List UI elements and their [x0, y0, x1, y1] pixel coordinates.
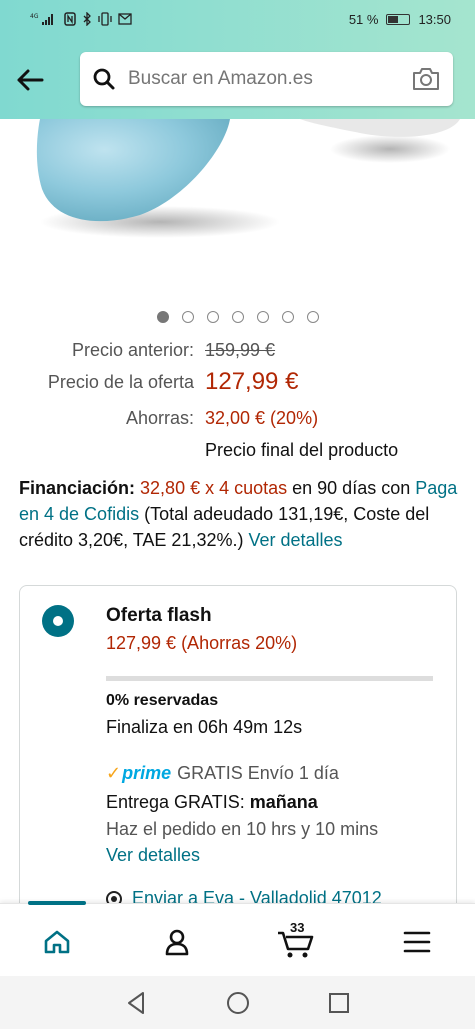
home-icon — [44, 930, 70, 954]
back-arrow-icon[interactable] — [14, 64, 46, 96]
menu-icon — [403, 931, 431, 953]
clock: 13:50 — [418, 12, 451, 27]
offer-title: Oferta flash — [106, 605, 212, 626]
search-icon — [93, 68, 115, 90]
account-icon — [165, 929, 189, 956]
search-bar[interactable] — [80, 52, 453, 106]
product-image-svg — [36, 119, 460, 238]
offer-countdown: Finaliza en 06h 49m 12s — [106, 717, 303, 737]
bottom-nav: 33 — [0, 901, 475, 976]
camera-icon[interactable] — [411, 66, 441, 92]
carousel-dot[interactable] — [206, 311, 219, 323]
nav-home[interactable] — [37, 922, 77, 962]
financing-installments: 32,80 € x 4 cuotas — [140, 478, 288, 498]
offer-radio-selected[interactable] — [42, 605, 74, 637]
financing-details-link[interactable]: Ver detalles — [248, 530, 342, 550]
savings-label: Ahorras: — [125, 408, 194, 428]
flash-offer-card[interactable]: Oferta flash 127,99 € (Ahorras 20%) 0% r… — [19, 585, 457, 925]
savings-value: 32,00 € (20%) — [205, 408, 319, 428]
nfc-icon — [64, 12, 76, 26]
carousel-dot[interactable] — [281, 311, 294, 323]
system-home-icon[interactable] — [225, 990, 251, 1016]
battery-icon — [386, 14, 411, 25]
mail-icon — [118, 13, 132, 25]
order-deadline: Haz el pedido en 10 hrs y 10 mins — [106, 819, 379, 839]
offer-details-link[interactable]: Ver detalles — [106, 845, 200, 866]
final-price-note: Precio final del producto — [205, 440, 399, 460]
status-right: 51 % 13:50 — [349, 12, 451, 27]
offer-price: 127,99 € — [205, 368, 299, 395]
previous-price-label: Precio anterior: — [71, 340, 194, 360]
delivery-info: Entrega GRATIS: mañana — [106, 792, 318, 812]
signal-icon: 4G — [30, 13, 53, 25]
carousel-dot[interactable] — [231, 311, 244, 323]
financing-label: Financiación: — [19, 478, 136, 498]
reserved-progress-bar — [106, 676, 433, 681]
bluetooth-icon — [83, 12, 91, 26]
financing-text-1: en 90 días con — [287, 478, 416, 498]
battery-percent: 51 % — [348, 12, 379, 27]
system-recents-icon[interactable] — [326, 990, 352, 1016]
image-carousel-dots[interactable] — [0, 311, 475, 323]
prime-check-icon: ✓ — [106, 763, 122, 783]
carousel-dot[interactable] — [156, 311, 169, 323]
offer-price-savings: 127,99 € (Ahorras 20%) — [106, 633, 298, 653]
carousel-dot[interactable] — [306, 311, 319, 323]
carousel-dot[interactable] — [256, 311, 269, 323]
status-bar: 4G 51 % 13:50 — [0, 8, 475, 32]
offer-price-label: Precio de la oferta — [47, 372, 194, 392]
financing-info: Financiación: 32,80 € x 4 cuotas en 90 d… — [19, 475, 459, 553]
header: 4G 51 % 13:50 — [0, 0, 475, 119]
nav-account[interactable] — [157, 922, 197, 962]
carousel-dot[interactable] — [181, 311, 194, 323]
delivery-day: mañana — [249, 792, 318, 812]
prime-logo: ✓ prime — [106, 763, 172, 783]
vibrate-icon — [98, 12, 112, 26]
nav-cart[interactable]: 33 — [276, 920, 316, 962]
search-input[interactable] — [128, 64, 388, 94]
active-tab-indicator — [28, 901, 86, 905]
previous-price: 159,99 € — [205, 340, 276, 360]
prime-shipping: ✓ prime GRATIS Envío 1 día — [106, 763, 339, 784]
system-back-icon[interactable] — [124, 990, 150, 1016]
product-image[interactable] — [0, 119, 475, 294]
cart-count: 33 — [290, 920, 305, 935]
reserved-label: 0% reservadas — [106, 692, 219, 709]
svg-text:4G: 4G — [30, 13, 39, 20]
system-navigation — [0, 976, 475, 1029]
nav-menu[interactable] — [397, 922, 437, 962]
status-icons: 4G — [30, 12, 132, 26]
prime-shipping-text: GRATIS Envío 1 día — [177, 763, 339, 783]
